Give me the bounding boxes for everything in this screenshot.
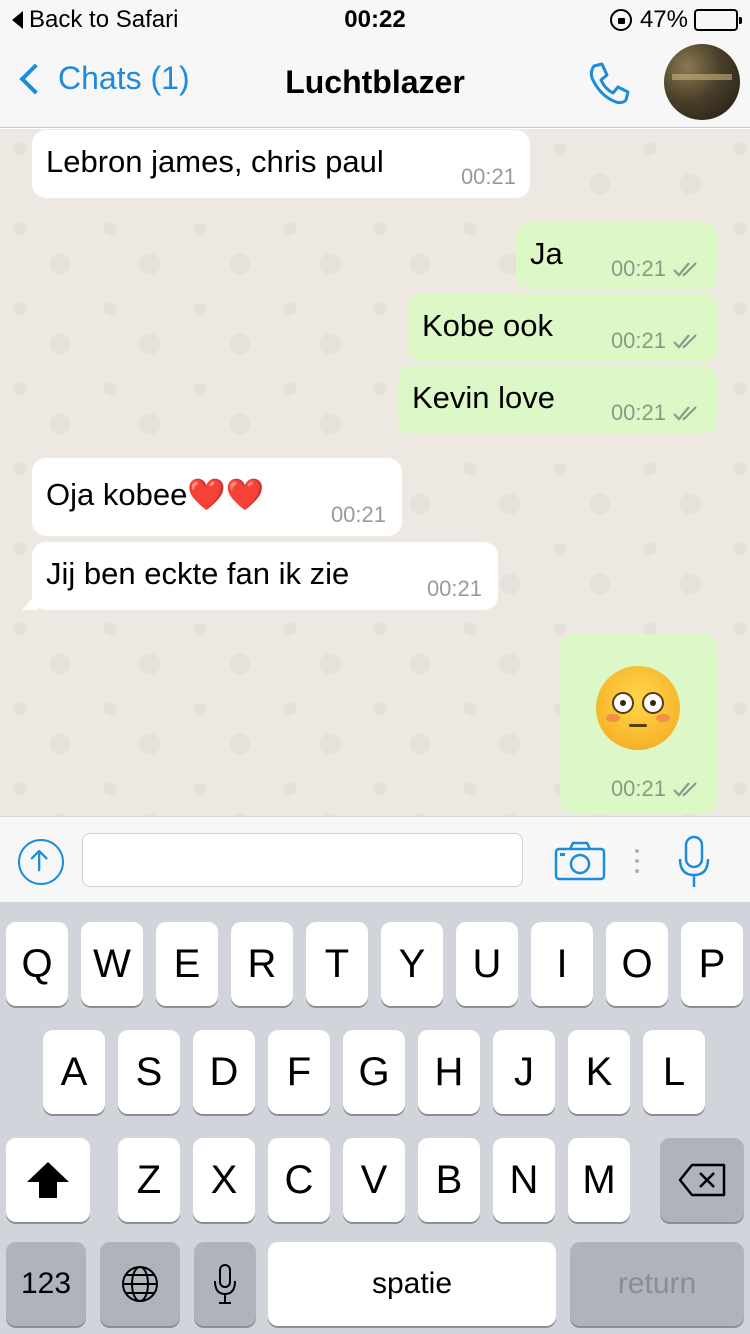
message-time: 00:21	[611, 776, 702, 802]
emoji-cheek	[606, 714, 620, 722]
key-f[interactable]: F	[268, 1030, 330, 1114]
emoji-eye	[642, 692, 664, 714]
dictation-key[interactable]	[194, 1242, 256, 1326]
message-bubble-outgoing[interactable]: Ja 00:21	[516, 222, 718, 290]
numbers-key[interactable]: 123	[6, 1242, 86, 1326]
key-h[interactable]: H	[418, 1030, 480, 1114]
message-bubble-outgoing-emoji[interactable]: 00:21	[560, 634, 718, 814]
message-bubble-incoming[interactable]: Oja kobee❤️❤️ 00:21	[32, 458, 402, 536]
message-time: 00:21	[611, 400, 702, 426]
key-q[interactable]: Q	[6, 922, 68, 1006]
camera-icon[interactable]	[554, 841, 606, 881]
read-ticks-icon	[673, 782, 697, 797]
key-u[interactable]: U	[456, 922, 518, 1006]
message-time-label: 00:21	[610, 256, 666, 281]
space-key[interactable]: spatie	[268, 1242, 556, 1326]
message-time: 00:21	[426, 576, 482, 601]
message-input[interactable]	[82, 833, 523, 887]
key-v[interactable]: V	[343, 1138, 405, 1222]
message-time-label: 00:21	[610, 328, 666, 353]
emoji-eye	[612, 692, 634, 714]
message-text: Jij ben eckte fan ik zie	[46, 556, 350, 591]
key-w[interactable]: W	[81, 922, 143, 1006]
key-g[interactable]: G	[343, 1030, 405, 1114]
globe-icon	[122, 1266, 158, 1302]
backspace-icon	[678, 1163, 726, 1197]
message-bubble-incoming[interactable]: Jij ben eckte fan ik zie 00:21	[22, 542, 498, 610]
flushed-face-emoji	[596, 666, 680, 750]
read-ticks-icon	[673, 406, 697, 421]
emoji-cheek	[656, 714, 670, 722]
shift-arrow-icon	[27, 1162, 69, 1198]
more-dots-icon	[635, 849, 639, 873]
key-k[interactable]: K	[568, 1030, 630, 1114]
read-ticks-icon	[673, 262, 697, 277]
message-time-label: 00:21	[610, 776, 666, 801]
message-bubble-incoming[interactable]: Lebron james, chris paul 00:21	[32, 130, 530, 198]
message-text: Kobe ook	[422, 308, 553, 343]
composer-bar	[0, 816, 750, 902]
key-r[interactable]: R	[231, 922, 293, 1006]
message-bubble-outgoing[interactable]: Kevin love 00:21	[398, 366, 718, 434]
message-text: Kevin love	[412, 380, 556, 415]
return-key[interactable]: return	[570, 1242, 744, 1326]
chat-header: Chats (1) Luchtblazer	[0, 40, 750, 128]
shift-key[interactable]	[6, 1138, 90, 1222]
microphone-icon[interactable]	[676, 835, 712, 889]
key-l[interactable]: L	[643, 1030, 705, 1114]
key-t[interactable]: T	[306, 922, 368, 1006]
key-z[interactable]: Z	[118, 1138, 180, 1222]
message-time: 00:21	[330, 502, 386, 527]
globe-key[interactable]	[100, 1242, 180, 1326]
key-j[interactable]: J	[493, 1030, 555, 1114]
bubble-tail	[22, 592, 38, 610]
keyboard: Q W E R T Y U I O P A S D F G H J K L Z …	[0, 902, 750, 1334]
key-i[interactable]: I	[531, 922, 593, 1006]
read-ticks-icon	[673, 334, 697, 349]
message-text: Lebron james, chris paul	[46, 144, 384, 179]
emoji-mouth	[629, 724, 647, 727]
message-time-label: 00:21	[610, 400, 666, 425]
status-right: 47%	[609, 6, 742, 34]
key-e[interactable]: E	[156, 922, 218, 1006]
share-upload-icon[interactable]	[18, 839, 64, 885]
key-n[interactable]: N	[493, 1138, 555, 1222]
message-text: Oja kobee❤️❤️	[46, 477, 265, 512]
key-x[interactable]: X	[193, 1138, 255, 1222]
key-a[interactable]: A	[43, 1030, 105, 1114]
key-b[interactable]: B	[418, 1138, 480, 1222]
message-time: 00:21	[611, 328, 702, 354]
contact-avatar[interactable]	[664, 44, 740, 120]
message-text: Ja	[530, 236, 563, 271]
message-list[interactable]: Lebron james, chris paul 00:21 Ja 00:21 …	[0, 129, 750, 816]
message-bubble-outgoing[interactable]: Kobe ook 00:21	[408, 294, 718, 362]
key-c[interactable]: C	[268, 1138, 330, 1222]
phone-icon[interactable]	[580, 56, 636, 112]
key-y[interactable]: Y	[381, 922, 443, 1006]
rotation-lock-icon	[609, 9, 632, 31]
key-m[interactable]: M	[568, 1138, 630, 1222]
key-o[interactable]: O	[606, 922, 668, 1006]
status-bar: Back to Safari 00:22 47%	[0, 0, 750, 40]
key-d[interactable]: D	[193, 1030, 255, 1114]
key-s[interactable]: S	[118, 1030, 180, 1114]
microphone-icon	[214, 1264, 236, 1304]
key-p[interactable]: P	[681, 922, 743, 1006]
message-time: 00:21	[611, 256, 702, 282]
contact-name[interactable]: Luchtblazer	[0, 64, 750, 101]
message-time: 00:21	[460, 164, 516, 189]
battery-icon	[694, 9, 742, 31]
battery-percent: 47%	[639, 6, 688, 33]
backspace-key[interactable]	[660, 1138, 744, 1222]
